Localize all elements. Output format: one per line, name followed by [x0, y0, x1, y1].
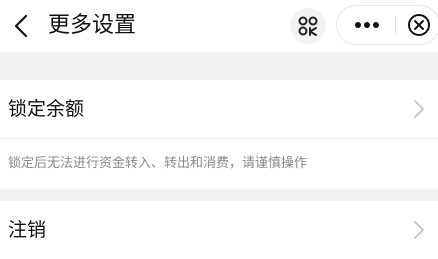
chevron-left-icon — [14, 14, 28, 38]
deregister-item[interactable]: 注销 — [0, 201, 438, 259]
lock-balance-label: 锁定余额 — [8, 98, 85, 120]
scan-button[interactable] — [290, 8, 326, 44]
back-button[interactable] — [6, 9, 36, 43]
page-title: 更多设置 — [48, 13, 137, 38]
deregister-label: 注销 — [8, 219, 47, 241]
top-bar: 更多设置 — [0, 0, 438, 52]
close-circle-icon — [408, 14, 430, 36]
lock-balance-note: 锁定后无法进行资金转入、转出和消费，请谨慎操作 — [0, 139, 438, 189]
more-button[interactable] — [345, 6, 389, 44]
close-button[interactable] — [399, 6, 438, 44]
lock-note-text: 锁定后无法进行资金转入、转出和消费，请谨慎操作 — [8, 156, 308, 171]
chevron-right-icon — [414, 100, 424, 118]
lock-balance-item[interactable]: 锁定余额 — [0, 80, 438, 138]
mini-program-capsule — [336, 5, 438, 45]
section-gap — [0, 189, 438, 201]
chevron-right-icon — [414, 221, 424, 239]
more-dots-icon — [355, 22, 379, 28]
capsule-divider — [395, 16, 396, 34]
section-gap — [0, 52, 438, 80]
scan-icon — [298, 16, 318, 36]
